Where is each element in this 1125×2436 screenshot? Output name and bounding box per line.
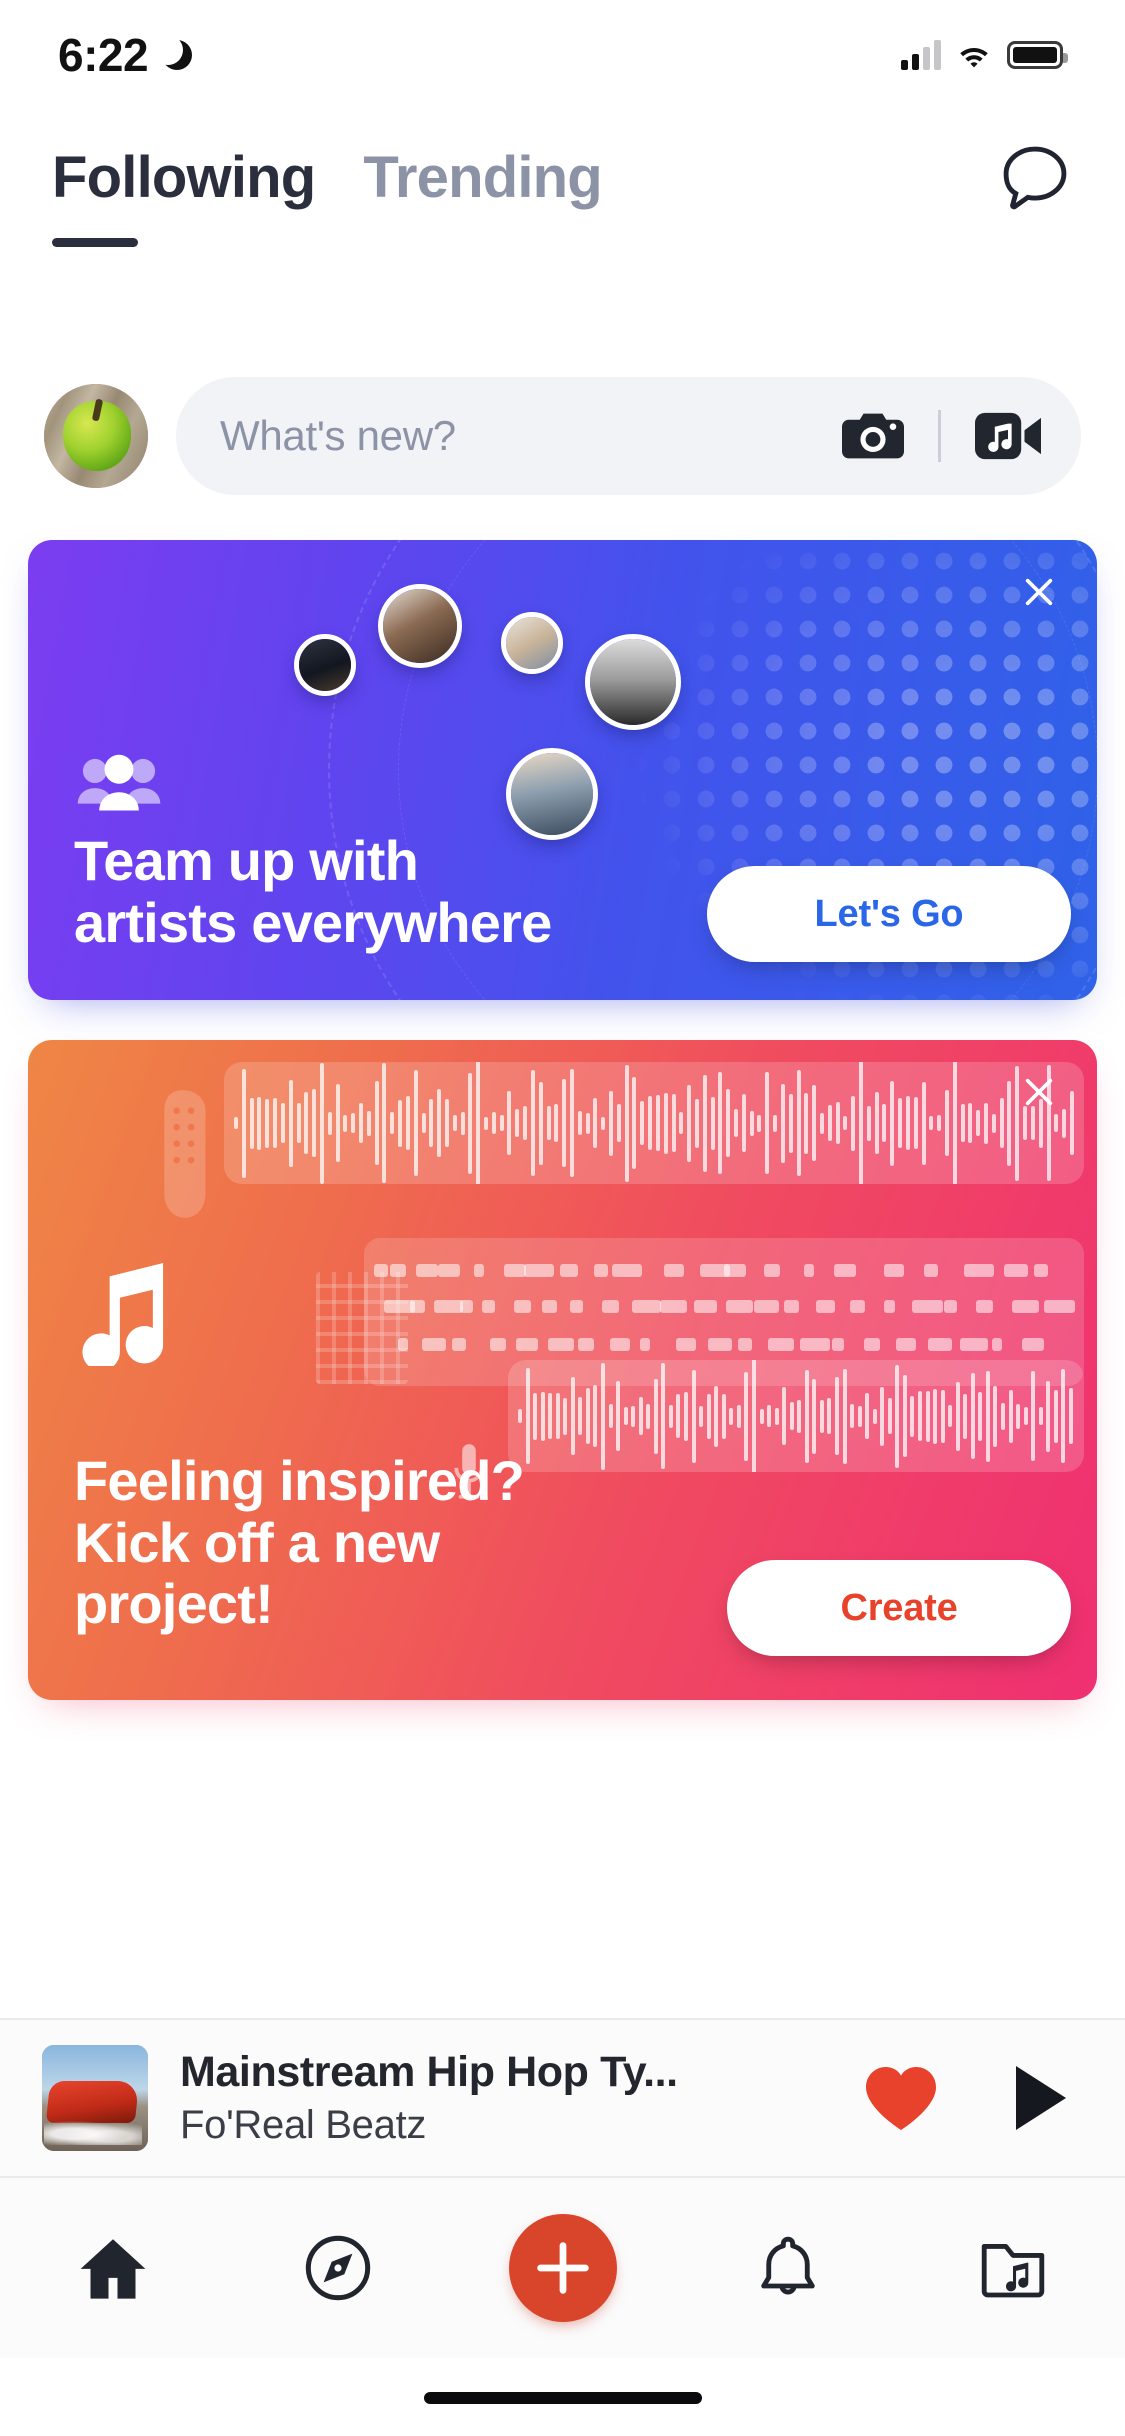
post-composer: What's new?	[0, 372, 1125, 500]
card-title-line-1: Feeling inspired?	[74, 1449, 525, 1512]
app-screen: 6:22 Following Trending What's new? Team…	[0, 0, 1125, 2436]
feed-header: Following Trending	[0, 118, 1125, 247]
music-folder-icon	[981, 2243, 1044, 2298]
status-bar: 6:22	[0, 0, 1125, 110]
crescent-moon-icon	[153, 35, 193, 70]
track-title: Mainstream Hip Hop Ty...	[180, 2048, 678, 2096]
card-title-line-2: artists everywhere	[74, 890, 552, 954]
nav-item-create[interactable]	[493, 2213, 633, 2323]
bell-icon	[760, 2236, 815, 2295]
card-title-line-3: project!	[74, 1572, 274, 1636]
chat-bubble-icon[interactable]	[997, 143, 1073, 213]
track-info: Mainstream Hip Hop Ty... Fo'Real Beatz	[180, 2048, 831, 2148]
bottom-navigation	[0, 2178, 1125, 2358]
avatar[interactable]	[44, 384, 148, 488]
card-title-line-2: Kick off a new	[74, 1510, 440, 1574]
plus-icon	[536, 2242, 589, 2294]
wifi-icon	[960, 47, 988, 68]
create-fab[interactable]	[508, 2214, 617, 2322]
floating-avatar	[294, 634, 356, 696]
composer-divider	[938, 410, 941, 462]
battery-full-icon	[1007, 41, 1068, 69]
tab-following[interactable]: Following	[52, 149, 316, 207]
nav-item-library[interactable]	[943, 2213, 1083, 2323]
compass-icon	[305, 2235, 370, 2301]
music-video-icon[interactable]	[975, 410, 1041, 462]
card-title: Feeling inspired? Kick off a new project…	[74, 1450, 714, 1635]
heart-filled-icon[interactable]	[863, 2063, 939, 2133]
track-artist: Fo'Real Beatz	[180, 2103, 427, 2147]
feed-tabs: Following Trending	[52, 149, 603, 247]
card-title-line-1: Team up with	[74, 829, 419, 892]
status-time: 6:22	[58, 29, 149, 81]
close-button[interactable]	[1011, 564, 1067, 620]
home-indicator	[423, 2392, 702, 2404]
floating-avatar	[501, 612, 563, 674]
now-playing-bar[interactable]: Mainstream Hip Hop Ty... Fo'Real Beatz	[0, 2018, 1125, 2178]
close-x-icon	[1025, 578, 1053, 606]
floating-avatar	[506, 748, 598, 840]
artwork-smoke	[44, 2117, 142, 2145]
waveform-panel	[224, 1062, 1084, 1184]
nav-item-discover[interactable]	[268, 2213, 408, 2323]
cellular-bars-icon	[901, 40, 941, 70]
camera-icon[interactable]	[842, 410, 904, 462]
promo-card-collab[interactable]: Team up with artists everywhere Let's Go	[28, 540, 1097, 1000]
card-title: Team up with artists everywhere	[74, 830, 714, 953]
tab-trending[interactable]: Trending	[363, 149, 602, 207]
create-button[interactable]: Create	[727, 1560, 1071, 1656]
people-group-icon	[77, 754, 161, 811]
floating-avatar	[378, 584, 462, 668]
status-bar-left: 6:22	[58, 28, 193, 82]
play-icon[interactable]	[1009, 2062, 1071, 2134]
composer-input[interactable]: What's new?	[176, 377, 1081, 495]
promo-card-create[interactable]: Feeling inspired? Kick off a new project…	[28, 1040, 1097, 1700]
tab-active-indicator	[52, 238, 138, 247]
composer-placeholder: What's new?	[220, 412, 456, 459]
music-note-icon	[82, 1263, 164, 1366]
floating-avatar	[585, 634, 681, 730]
status-bar-right	[901, 40, 1068, 70]
nav-item-notifications[interactable]	[718, 2213, 858, 2323]
track-artwork[interactable]	[42, 2045, 148, 2151]
home-icon	[80, 2239, 145, 2299]
lets-go-button[interactable]: Let's Go	[707, 866, 1071, 962]
guitar-headstock-icon	[164, 1090, 206, 1218]
nav-item-home[interactable]	[43, 2213, 183, 2323]
